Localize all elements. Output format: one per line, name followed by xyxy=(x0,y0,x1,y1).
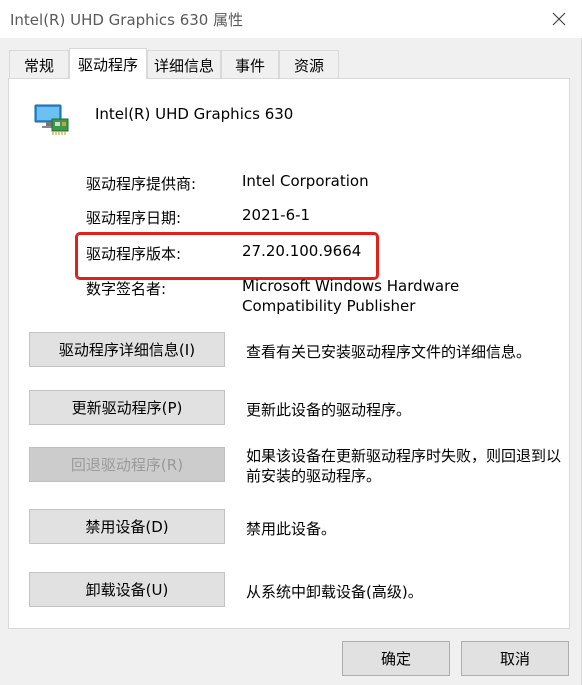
date-label: 驱动程序日期: xyxy=(86,209,182,227)
tab-label: 驱动程序 xyxy=(77,55,138,74)
tab-events[interactable]: 事件 xyxy=(221,50,279,79)
tab-label: 事件 xyxy=(234,56,265,75)
tab-driver[interactable]: 驱动程序 xyxy=(69,48,147,79)
tab-label: 详细信息 xyxy=(153,56,214,75)
display-adapter-icon xyxy=(34,104,69,135)
button-label: 更新驱动程序(P) xyxy=(71,399,183,417)
driver-details-button[interactable]: 驱动程序详细信息(I) xyxy=(29,332,225,367)
button-label: 禁用设备(D) xyxy=(85,518,169,536)
device-name: Intel(R) UHD Graphics 630 xyxy=(95,105,294,123)
button-label: 驱动程序详细信息(I) xyxy=(58,341,196,359)
tab-label: 资源 xyxy=(293,56,324,75)
close-button[interactable] xyxy=(536,0,582,38)
tab-details[interactable]: 详细信息 xyxy=(147,50,221,79)
ok-button[interactable]: 确定 xyxy=(342,641,450,676)
rollback-driver-desc: 如果该设备在更新驱动程序时失败，则回退到以前安装的驱动程序。 xyxy=(246,447,562,485)
driver-details-desc: 查看有关已安装驱动程序文件的详细信息。 xyxy=(246,343,532,361)
provider-value: Intel Corporation xyxy=(242,172,369,190)
button-label: 卸载设备(U) xyxy=(85,581,169,599)
signer-value: Microsoft Windows Hardware Compatibility… xyxy=(242,277,460,315)
button-label: 回退驱动程序(R) xyxy=(70,456,184,474)
button-label: 取消 xyxy=(499,650,530,668)
tab-label: 常规 xyxy=(23,56,54,75)
tab-general[interactable]: 常规 xyxy=(9,50,69,79)
provider-label: 驱动程序提供商: xyxy=(86,175,197,193)
signer-label: 数字签名者: xyxy=(86,280,167,298)
disable-device-desc: 禁用此设备。 xyxy=(246,520,337,538)
button-label: 确定 xyxy=(380,650,411,668)
disable-device-button[interactable]: 禁用设备(D) xyxy=(29,509,225,544)
title-bar: Intel(R) UHD Graphics 630 属性 xyxy=(0,0,582,38)
uninstall-device-desc: 从系统中卸载设备(高级)。 xyxy=(246,583,423,601)
cancel-button[interactable]: 取消 xyxy=(461,641,569,676)
date-value: 2021-6-1 xyxy=(242,206,311,224)
uninstall-device-button[interactable]: 卸载设备(U) xyxy=(29,572,225,607)
version-highlight-box xyxy=(75,232,379,280)
rollback-driver-button[interactable]: 回退驱动程序(R) xyxy=(29,447,225,482)
close-icon xyxy=(552,12,566,26)
properties-dialog: Intel(R) UHD Graphics 630 属性 常规 驱动程序 详细信… xyxy=(0,0,582,685)
tab-resources[interactable]: 资源 xyxy=(279,50,339,79)
driver-panel: Intel(R) UHD Graphics 630 驱动程序提供商: Intel… xyxy=(8,78,570,629)
update-driver-button[interactable]: 更新驱动程序(P) xyxy=(29,390,225,425)
update-driver-desc: 更新此设备的驱动程序。 xyxy=(246,401,412,419)
window-title: Intel(R) UHD Graphics 630 属性 xyxy=(10,11,244,29)
